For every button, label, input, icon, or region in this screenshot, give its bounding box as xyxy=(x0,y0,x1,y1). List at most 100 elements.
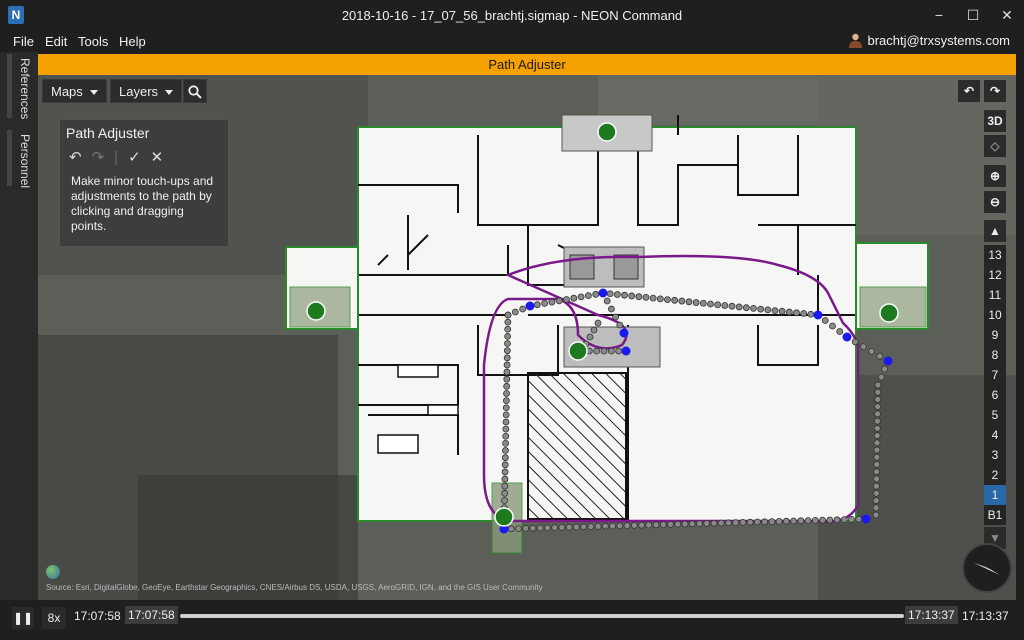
path-point[interactable] xyxy=(717,519,725,527)
path-point[interactable] xyxy=(502,418,510,426)
path-point[interactable] xyxy=(501,482,509,490)
path-point[interactable] xyxy=(586,333,594,341)
path-point[interactable] xyxy=(826,516,834,524)
speed-button[interactable]: 8x xyxy=(42,607,66,629)
path-point[interactable] xyxy=(570,294,578,302)
path-point[interactable] xyxy=(503,368,511,376)
path-point[interactable] xyxy=(612,313,619,321)
path-point[interactable] xyxy=(874,410,881,418)
path-point[interactable] xyxy=(501,468,509,476)
current-start-time[interactable]: 17:07:58 xyxy=(125,606,178,624)
path-point[interactable] xyxy=(503,361,511,369)
path-point[interactable] xyxy=(757,305,765,313)
path-point[interactable] xyxy=(872,497,880,504)
path-point[interactable] xyxy=(793,309,800,317)
path-point[interactable] xyxy=(642,293,650,301)
path-point[interactable] xyxy=(876,352,884,360)
path-point[interactable] xyxy=(873,482,880,490)
undo-icon[interactable]: ↶ xyxy=(69,148,82,166)
path-point[interactable] xyxy=(659,521,667,529)
path-point[interactable] xyxy=(623,522,631,530)
path-point[interactable] xyxy=(594,319,602,327)
path-point[interactable] xyxy=(703,519,711,527)
path-point[interactable] xyxy=(502,404,510,412)
path-point[interactable] xyxy=(503,375,511,383)
rotate-left-button[interactable]: ↶ xyxy=(958,80,980,102)
path-point[interactable] xyxy=(502,397,510,405)
path-point[interactable] xyxy=(503,382,511,390)
cancel-icon[interactable]: ✕ xyxy=(151,148,164,166)
path-point[interactable] xyxy=(563,296,570,303)
path-point[interactable] xyxy=(855,515,863,523)
path-point[interactable] xyxy=(811,516,819,524)
path-point[interactable] xyxy=(692,299,700,306)
path-point[interactable] xyxy=(645,521,653,529)
accept-icon[interactable]: ✓ xyxy=(128,148,141,166)
path-point[interactable] xyxy=(732,519,740,527)
path-point[interactable] xyxy=(790,517,797,525)
close-button[interactable]: ✕ xyxy=(990,0,1024,30)
path-point[interactable] xyxy=(504,311,512,319)
map-view[interactable]: Maps Layers Path Adjuster ↶ ↷ | ✓ ✕ Make… xyxy=(38,75,1016,600)
maps-dropdown[interactable]: Maps xyxy=(42,79,107,103)
user-account[interactable]: brachtj@trxsystems.com xyxy=(848,33,1010,48)
path-point[interactable] xyxy=(710,519,718,527)
path-point[interactable] xyxy=(678,297,686,305)
path-point[interactable] xyxy=(533,301,541,309)
path-point[interactable] xyxy=(501,461,509,469)
path-point[interactable] xyxy=(656,295,664,303)
compass[interactable] xyxy=(962,543,1012,593)
path-point[interactable] xyxy=(873,475,880,483)
path-point[interactable] xyxy=(699,299,707,307)
path-point[interactable] xyxy=(754,518,761,526)
path-point[interactable] xyxy=(664,296,671,304)
path-point[interactable] xyxy=(840,516,848,524)
menu-help[interactable]: Help xyxy=(119,34,146,49)
path-point[interactable] xyxy=(504,340,511,347)
current-end-time[interactable]: 17:13:37 xyxy=(905,606,958,624)
path-point[interactable] xyxy=(519,305,527,313)
path-point[interactable] xyxy=(555,297,563,305)
floor-2[interactable]: 2 xyxy=(984,465,1006,485)
search-button[interactable] xyxy=(183,79,207,103)
path-point[interactable] xyxy=(833,516,841,524)
path-point[interactable] xyxy=(804,517,812,525)
path-point[interactable] xyxy=(860,343,867,351)
path-point[interactable] xyxy=(775,517,783,525)
path-point[interactable] xyxy=(874,388,882,396)
path-point[interactable] xyxy=(621,291,628,299)
path-point[interactable] xyxy=(511,308,519,316)
path-point[interactable] xyxy=(739,518,747,526)
path-point[interactable] xyxy=(735,303,743,311)
path-point[interactable] xyxy=(638,521,645,529)
floor-10[interactable]: 10 xyxy=(984,305,1006,325)
path-point[interactable] xyxy=(873,446,881,454)
path-point[interactable] xyxy=(688,520,696,528)
path-point[interactable] xyxy=(819,516,826,524)
path-point[interactable] xyxy=(573,523,580,531)
path-point[interactable] xyxy=(821,317,829,324)
path-point[interactable] xyxy=(742,304,750,312)
tab-personnel[interactable]: Personnel xyxy=(7,130,32,188)
path-point[interactable] xyxy=(873,439,881,447)
path-point[interactable] xyxy=(502,447,509,454)
view-3d-button[interactable]: 3D xyxy=(984,110,1006,132)
path-point[interactable] xyxy=(544,524,551,532)
zoom-out-button[interactable]: ⊖ xyxy=(984,191,1006,213)
path-point[interactable] xyxy=(522,524,530,532)
path-point[interactable] xyxy=(502,439,510,447)
floor-5[interactable]: 5 xyxy=(984,405,1006,425)
floor-4[interactable]: 4 xyxy=(984,425,1006,445)
path-point[interactable] xyxy=(590,326,598,334)
path-point[interactable] xyxy=(881,365,889,373)
path-point[interactable] xyxy=(558,523,566,531)
path-point[interactable] xyxy=(616,522,624,530)
path-point[interactable] xyxy=(504,318,512,326)
path-point[interactable] xyxy=(721,302,729,309)
zoom-in-button[interactable]: ⊕ xyxy=(984,165,1006,187)
path-point[interactable] xyxy=(608,305,615,313)
path-point[interactable] xyxy=(635,293,643,301)
path-point[interactable] xyxy=(607,347,615,355)
menu-file[interactable]: File xyxy=(13,34,34,49)
path-point[interactable] xyxy=(616,321,624,329)
